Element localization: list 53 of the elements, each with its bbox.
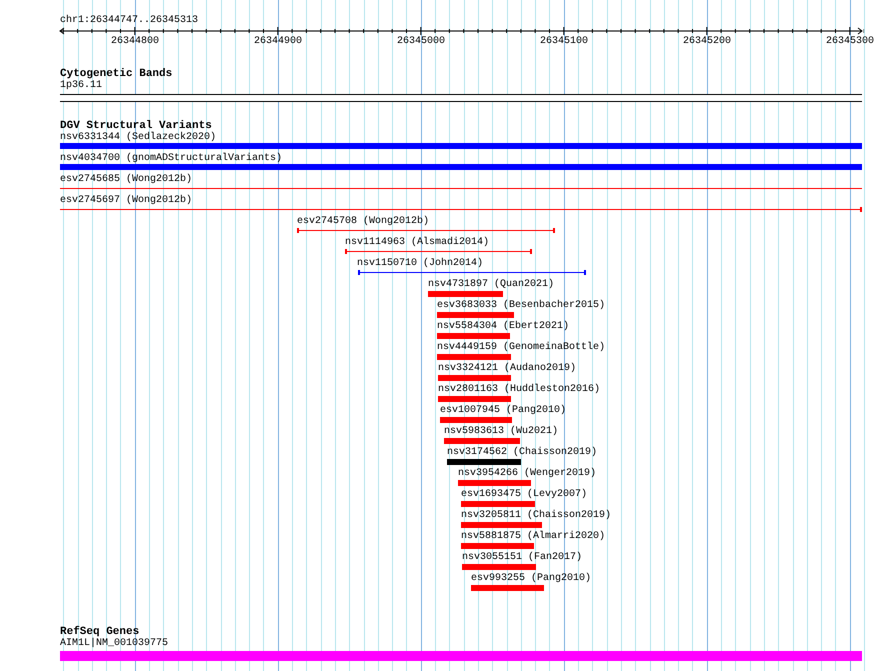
variant-bar[interactable]	[438, 396, 511, 402]
variant-bar[interactable]	[461, 501, 535, 507]
variant-label[interactable]: nsv1114963 (Alsmadi2014)	[345, 237, 490, 248]
variant-label[interactable]: nsv6331344 (Sedlazeck2020)	[60, 132, 216, 143]
gene-bar[interactable]	[60, 651, 862, 661]
ruler-tick-label: 26345200	[683, 36, 731, 47]
location-text: chr1:26344747..26345313	[60, 15, 200, 26]
variant-bar[interactable]	[461, 543, 534, 549]
ruler-tick-label: 26344900	[254, 36, 302, 47]
variant-label[interactable]: esv1693475 (Levy2007)	[461, 489, 588, 500]
variant-bar[interactable]	[437, 312, 514, 318]
variant-label[interactable]: nsv3324121 (Audano2019)	[438, 363, 576, 374]
band-bar[interactable]	[60, 94, 862, 102]
variant-label[interactable]: nsv5584304 (Ebert2021)	[437, 321, 570, 332]
variant-label[interactable]: esv2745697 (Wong2012b)	[60, 195, 192, 206]
variant-label[interactable]: esv3683033 (Besenbacher2015)	[437, 300, 606, 311]
track-title: RefSeq Genes	[60, 626, 140, 638]
ruler-tick-label: 26344800	[111, 36, 159, 47]
variant-label[interactable]: nsv5983613 (Wu2021)	[444, 426, 558, 437]
variant-bar[interactable]	[60, 143, 862, 149]
variant-label[interactable]: nsv1150710 (John2014)	[357, 258, 484, 269]
variant-label[interactable]: esv2745708 (Wong2012b)	[297, 216, 430, 227]
variant-label[interactable]: nsv2801163 (Huddleston2016)	[438, 384, 600, 395]
variant-label[interactable]: esv2745685 (Wong2012b)	[60, 174, 192, 185]
variant-label[interactable]: esv1007945 (Pang2010)	[440, 405, 566, 416]
variant-bar[interactable]	[447, 459, 521, 465]
variant-label[interactable]: nsv5881875 (Almarri2020)	[461, 531, 606, 542]
track-title: Cytogenetic Bands	[60, 68, 172, 80]
variant-bar[interactable]	[461, 522, 542, 528]
variant-label[interactable]: nsv4731897 (Quan2021)	[428, 279, 554, 290]
ruler-tick-label: 26345300	[826, 36, 874, 47]
variant-label[interactable]: nsv3055151 (Fan2017)	[462, 552, 582, 563]
band-label: 1p36.11	[60, 80, 102, 91]
variant-label[interactable]: nsv3174562 (Chaisson2019)	[447, 447, 598, 458]
variant-bar[interactable]	[444, 438, 520, 444]
variant-label[interactable]: nsv3205811 (Chaisson2019)	[461, 510, 612, 521]
variant-label[interactable]: nsv4449159 (GenomeinaBottle)	[437, 342, 606, 353]
variant-bar[interactable]	[437, 333, 510, 339]
variant-label[interactable]: esv993255 (Pang2010)	[471, 573, 592, 584]
variant-bar[interactable]	[471, 585, 544, 591]
track-title: DGV Structural Variants	[60, 120, 212, 132]
ruler-tick-label: 26345000	[397, 36, 445, 47]
variant-bar[interactable]	[438, 375, 511, 381]
variant-bar[interactable]	[462, 564, 536, 570]
variant-label[interactable]: nsv3954266 (Wenger2019)	[458, 468, 596, 479]
variant-bar[interactable]	[440, 417, 512, 423]
variant-bar[interactable]	[428, 291, 503, 297]
variant-label[interactable]: nsv4034700 (gnomADStructuralVariants)	[60, 153, 282, 164]
ruler-tick-label: 26345100	[540, 36, 588, 47]
gene-label[interactable]: AIM1L|NM_001039775	[60, 638, 168, 649]
variant-bar[interactable]	[437, 354, 511, 360]
variant-bar[interactable]	[60, 164, 862, 170]
variant-bar[interactable]	[458, 480, 531, 486]
